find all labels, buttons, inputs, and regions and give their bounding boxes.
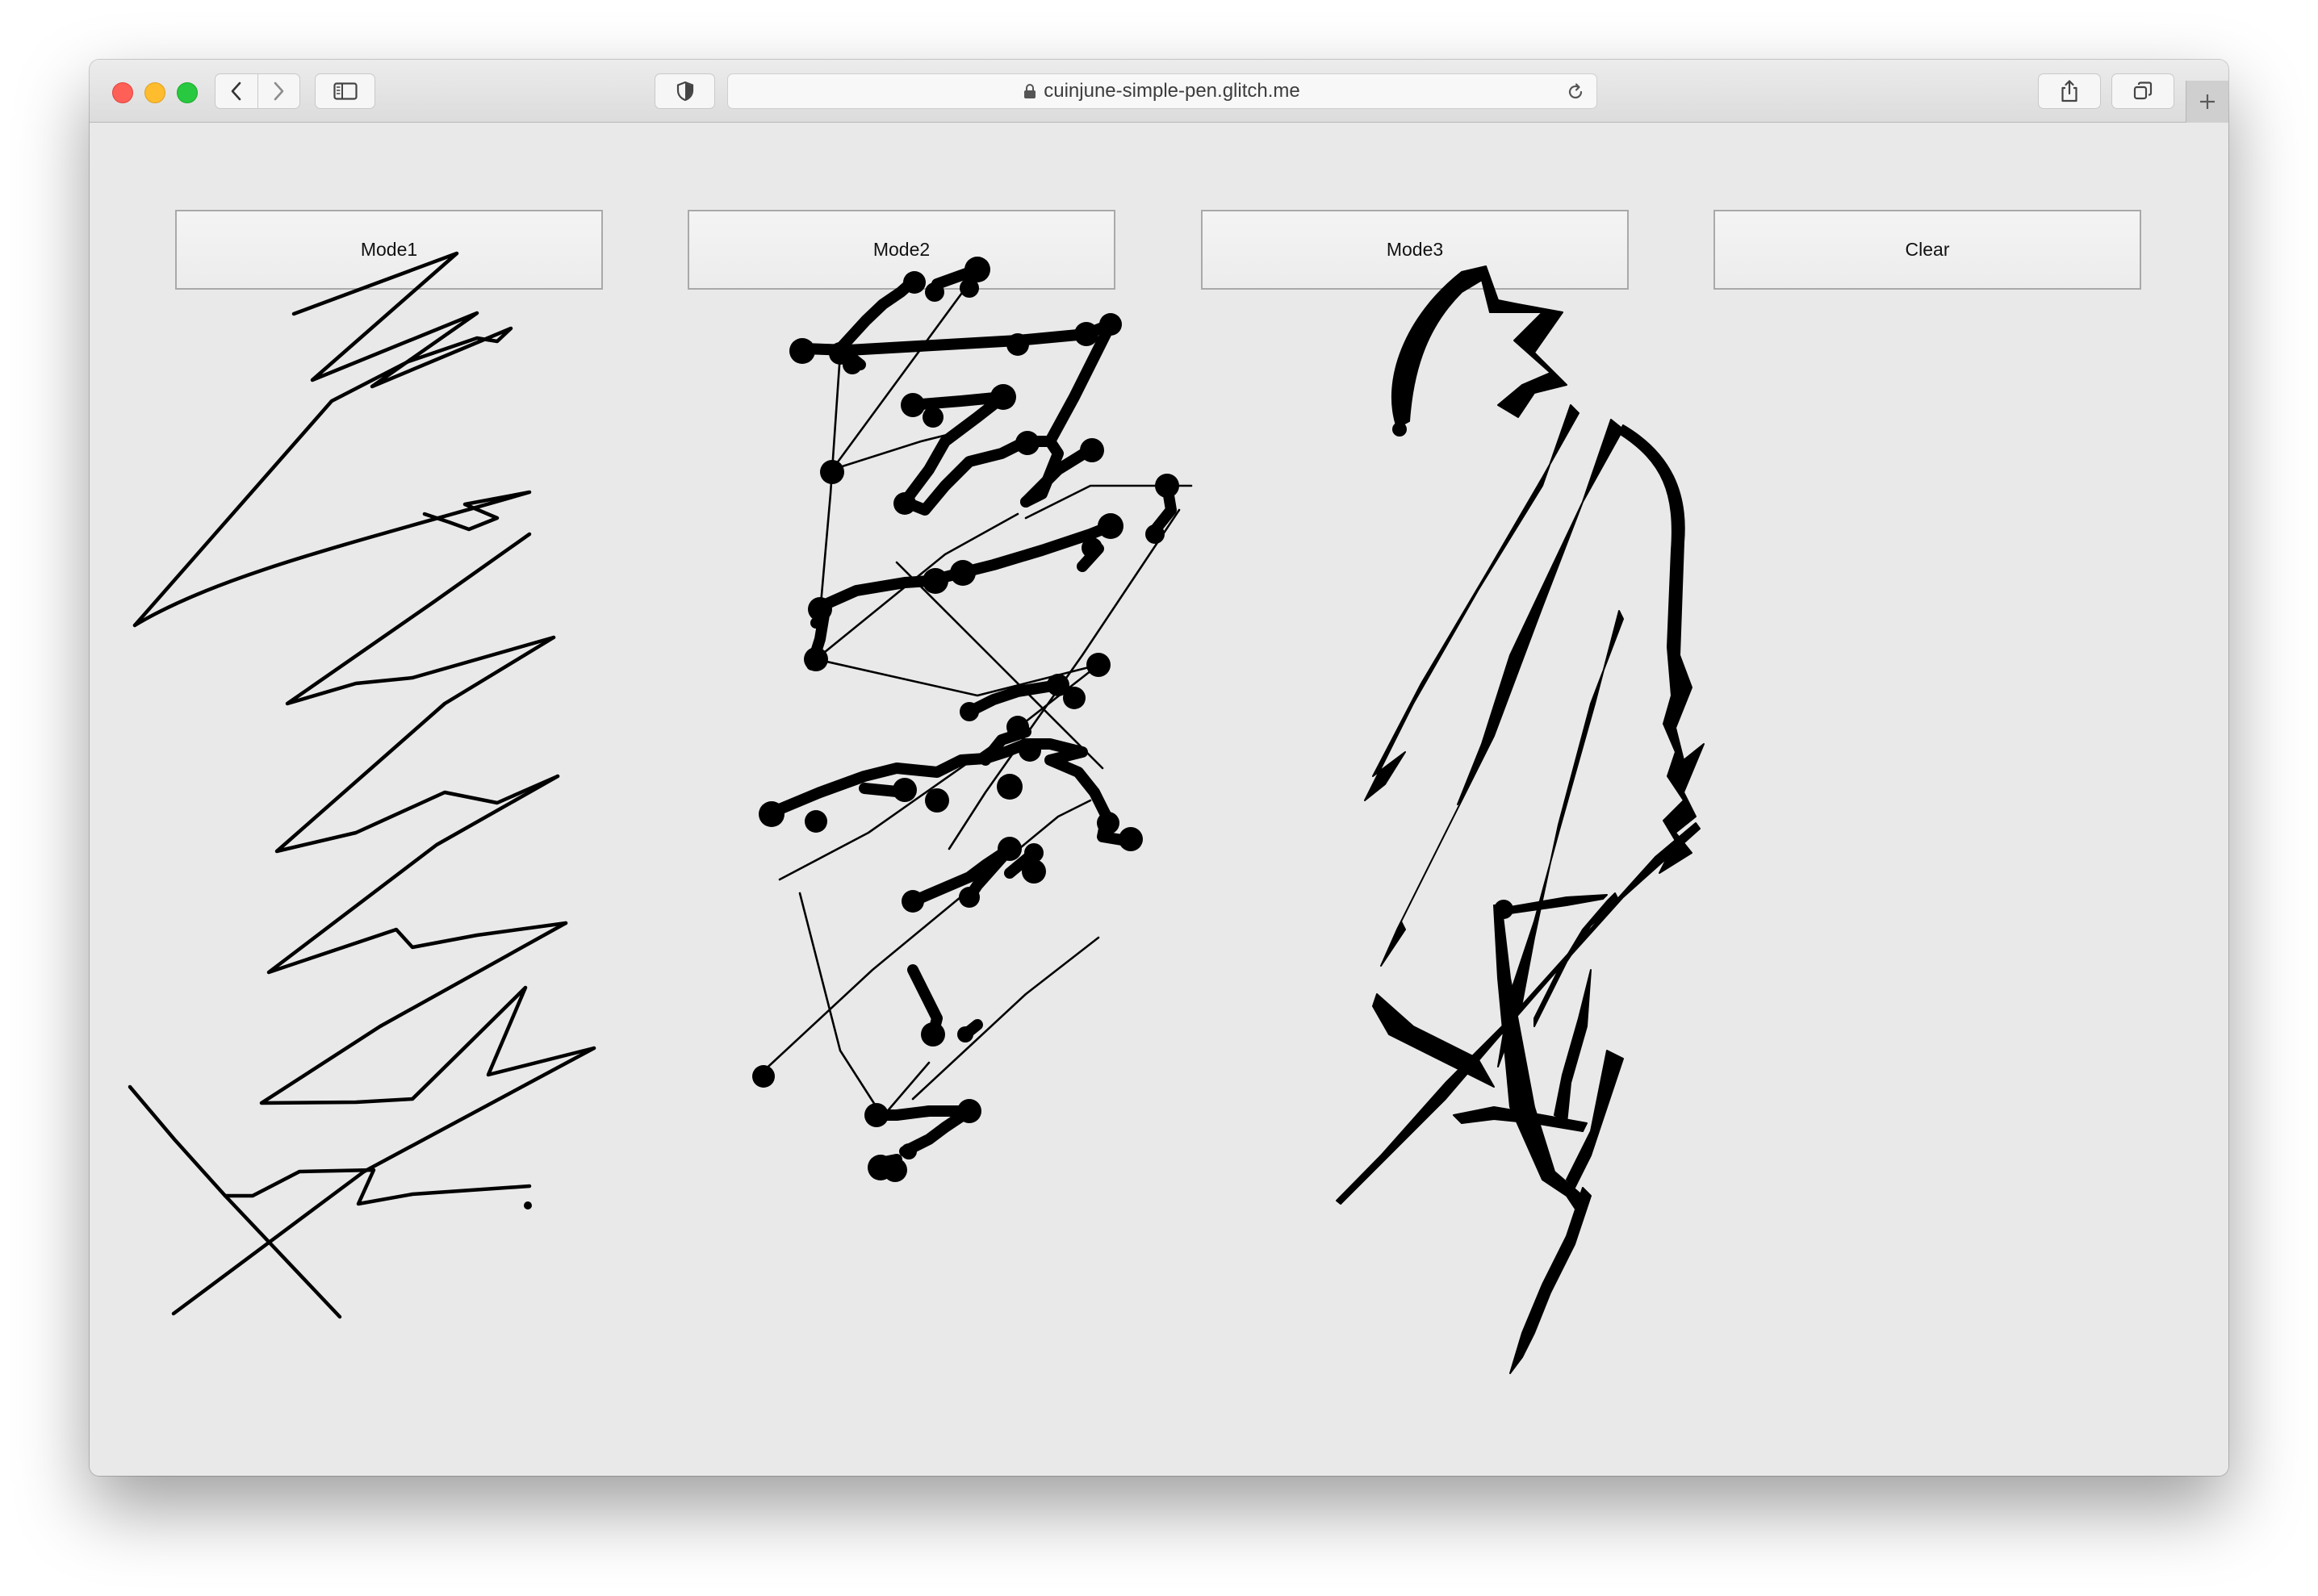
shield-icon xyxy=(676,81,693,102)
url-text: cuinjune-simple-pen.glitch.me xyxy=(1044,80,1300,102)
plus-icon xyxy=(2200,94,2215,109)
navigation-buttons xyxy=(215,73,300,109)
chevron-left-icon xyxy=(231,81,241,101)
sidebar-icon xyxy=(333,82,358,100)
new-tab-button[interactable] xyxy=(2186,81,2228,123)
sidebar-toggle-button[interactable] xyxy=(315,73,375,109)
chevron-right-icon xyxy=(274,81,284,101)
tabs-icon xyxy=(2133,81,2153,100)
reload-icon[interactable] xyxy=(1566,82,1585,102)
maximize-window-button[interactable] xyxy=(177,82,198,103)
lock-icon xyxy=(1024,84,1036,98)
tab-overview-button[interactable] xyxy=(2111,73,2174,109)
mode3-strokes xyxy=(1336,265,1705,1374)
drawing-canvas[interactable] xyxy=(90,123,2228,1476)
close-window-button[interactable] xyxy=(112,82,133,103)
privacy-report-button[interactable] xyxy=(655,73,715,109)
browser-toolbar: cuinjune-simple-pen.glitch.me xyxy=(90,60,2228,123)
share-button[interactable] xyxy=(2038,73,2101,109)
share-icon xyxy=(2061,80,2077,102)
browser-window: cuinjune-simple-pen.glitch.me Mode1 Mode… xyxy=(90,60,2228,1476)
back-button[interactable] xyxy=(215,74,257,108)
address-bar[interactable]: cuinjune-simple-pen.glitch.me xyxy=(727,73,1597,109)
page-content: Mode1 Mode2 Mode3 Clear xyxy=(90,123,2228,1476)
forward-button[interactable] xyxy=(257,74,299,108)
mode1-strokes xyxy=(128,251,596,1319)
minimize-window-button[interactable] xyxy=(144,82,165,103)
